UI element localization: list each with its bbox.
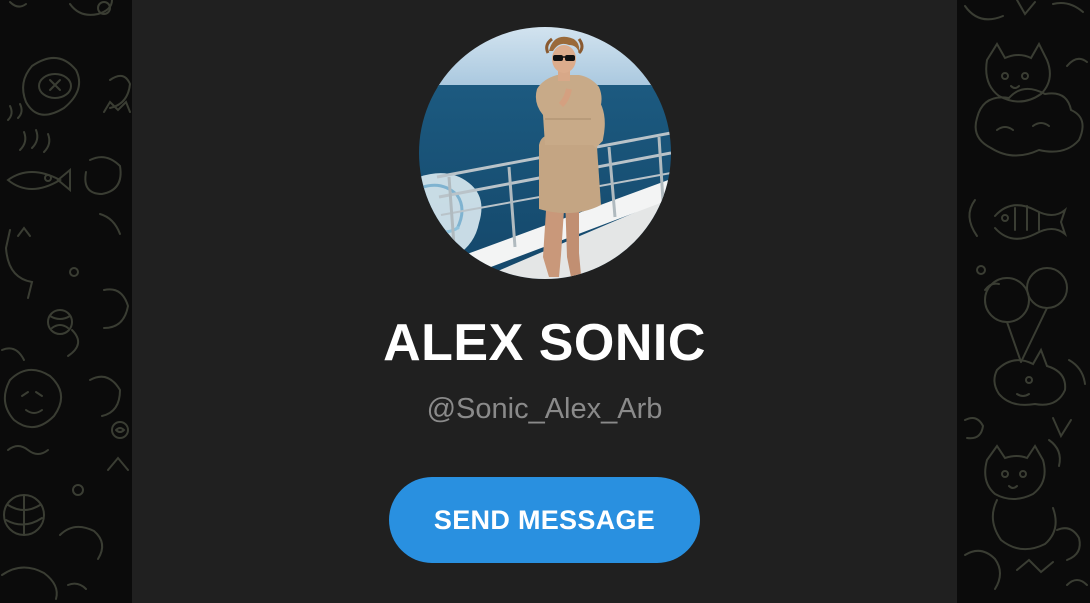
profile-name: ALEX SONIC bbox=[383, 314, 706, 372]
profile-username: @Sonic_Alex_Arb bbox=[426, 393, 663, 425]
profile-photo[interactable] bbox=[419, 27, 671, 279]
profile-card: ALEX SONIC @Sonic_Alex_Arb SEND MESSAGE bbox=[132, 0, 957, 603]
doodle-background-right bbox=[957, 0, 1090, 603]
avatar-image bbox=[419, 27, 671, 279]
doodle-background-left bbox=[0, 0, 132, 603]
send-message-button[interactable]: SEND MESSAGE bbox=[389, 477, 700, 563]
